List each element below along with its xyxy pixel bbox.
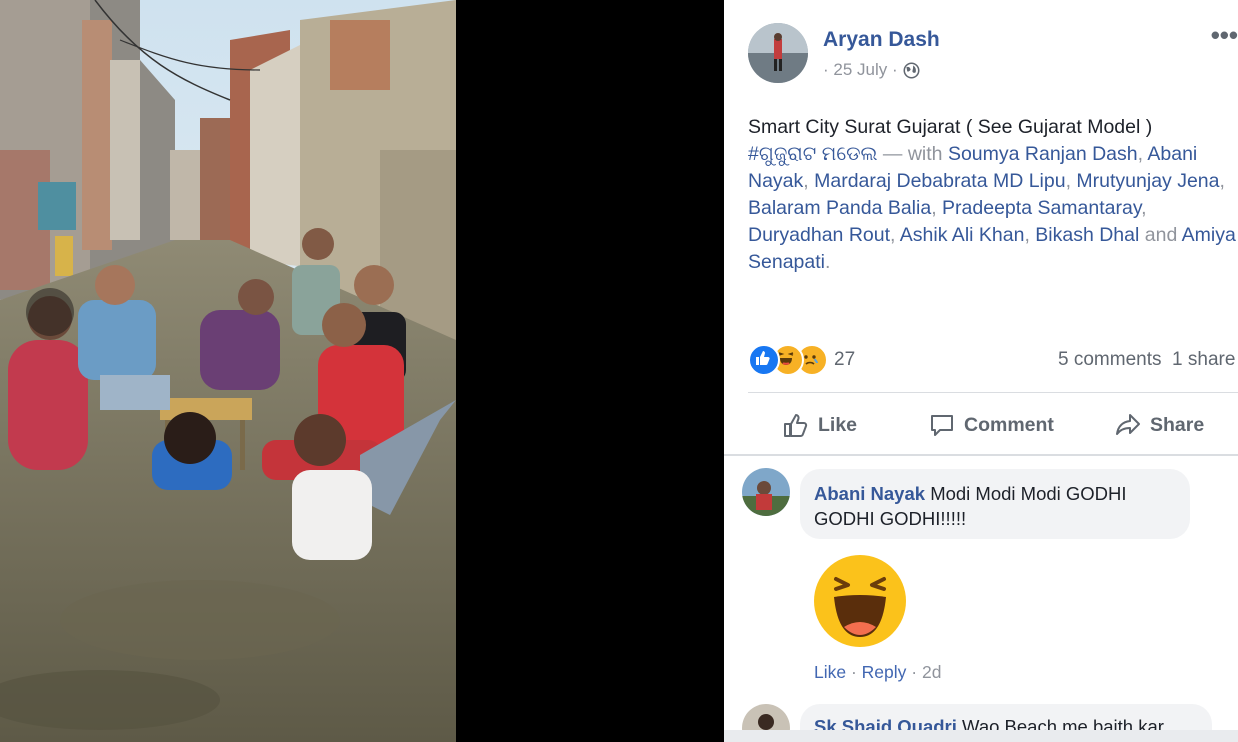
post-author-name[interactable]: Aryan Dash xyxy=(823,28,940,52)
comment-reply-link[interactable]: Reply xyxy=(862,662,907,682)
comment-button[interactable]: Comment xyxy=(928,400,1054,450)
divider xyxy=(748,392,1238,393)
laughing-sticker-icon xyxy=(812,553,908,649)
comment-actions: Like · Reply · 2d xyxy=(814,662,942,682)
tagged-link[interactable]: Ashik Ali Khan xyxy=(900,224,1025,246)
post-meta: · 25 July · xyxy=(823,60,920,80)
hashtag-link[interactable]: #ଗୁଜୁରାଟ ମଡେଲ xyxy=(748,143,878,165)
comment-time[interactable]: 2d xyxy=(922,662,941,682)
tagged-link[interactable]: Duryadhan Rout xyxy=(748,224,890,246)
scroll-edge xyxy=(724,730,1238,742)
like-icon xyxy=(748,344,780,376)
like-button[interactable]: Like xyxy=(782,400,857,450)
tagged-link[interactable]: Pradeepta Samantaray xyxy=(942,197,1141,219)
action-bar: Like Comment Share xyxy=(724,400,1238,450)
post-body: Smart City Surat Gujarat ( See Gujarat M… xyxy=(748,116,1153,138)
globe-icon xyxy=(903,62,920,78)
comment-icon xyxy=(931,415,953,436)
thumbs-up-icon xyxy=(784,414,808,437)
post-photo[interactable] xyxy=(0,0,456,742)
comment-author[interactable]: Abani Nayak xyxy=(814,483,925,504)
tagged-link[interactable]: Mardaraj Debabrata MD Lipu xyxy=(814,170,1065,192)
commenter-avatar[interactable] xyxy=(742,468,790,516)
letterbox-gap xyxy=(456,0,724,742)
share-icon xyxy=(1116,414,1140,435)
comment-like-link[interactable]: Like xyxy=(814,662,846,682)
post-date[interactable]: · 25 July · xyxy=(823,60,898,80)
post-panel: Aryan Dash · 25 July · ••• Smart City Su… xyxy=(724,0,1238,742)
tagged-link[interactable]: Soumya Ranjan Dash xyxy=(948,143,1138,165)
shares-count[interactable]: 1 share xyxy=(1172,349,1235,370)
more-options-icon[interactable]: ••• xyxy=(1211,20,1238,51)
comment-bubble: Abani Nayak Modi Modi Modi GODHI GODHI G… xyxy=(800,469,1190,539)
reactions-summary[interactable]: 27 xyxy=(748,344,855,376)
author-avatar[interactable] xyxy=(748,23,808,83)
reaction-count: 27 xyxy=(834,349,856,370)
tagged-link[interactable]: Balaram Panda Balia xyxy=(748,197,931,219)
tagged-link[interactable]: Mrutyunjay Jena xyxy=(1076,170,1219,192)
post-text: Smart City Surat Gujarat ( See Gujarat M… xyxy=(748,116,1236,273)
share-button[interactable]: Share xyxy=(1114,400,1204,450)
tagged-link[interactable]: Bikash Dhal xyxy=(1035,224,1139,246)
divider xyxy=(724,454,1238,456)
post-stats: 5 comments 1 share xyxy=(1058,349,1235,371)
comments-count[interactable]: 5 comments xyxy=(1058,349,1161,370)
